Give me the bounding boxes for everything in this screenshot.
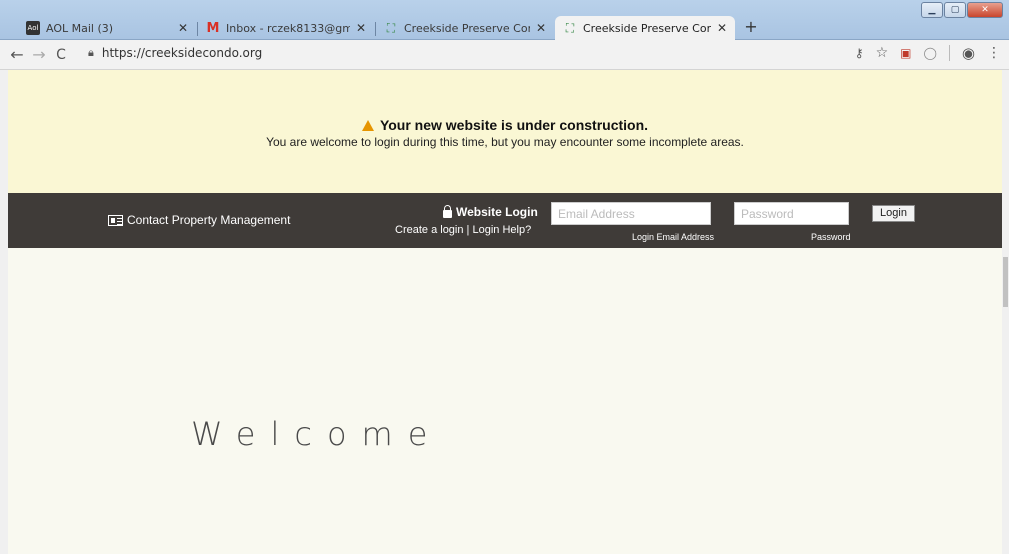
aol-icon: Aol <box>26 21 40 35</box>
close-window-button[interactable]: ✕ <box>967 2 1003 18</box>
window-controls: ▁ ▢ ✕ <box>921 2 1003 18</box>
window-left-edge <box>0 70 8 554</box>
star-icon[interactable]: ☆ <box>876 45 889 61</box>
maximize-button[interactable]: ▢ <box>944 2 966 18</box>
address-bar[interactable]: 🔒︎ https://creeksidecondo.org <box>88 46 262 60</box>
login-button[interactable]: Login <box>872 205 915 222</box>
banner-headline: Your new website is under construction. <box>8 117 1002 133</box>
toolbar-icons: ⚷ ☆ ▣ ◯ ◉ ⋮ <box>855 44 1001 62</box>
browser-toolbar: ← → C 🔒︎ https://creeksidecondo.org ⚷ ☆ … <box>0 40 1009 70</box>
gmail-icon: M <box>206 20 220 36</box>
warning-icon <box>361 120 374 131</box>
login-bar: Contact Property Management Website Logi… <box>8 193 1002 248</box>
browser-tabstrip: Aol AOL Mail (3) ✕ M Inbox - rczek8133@g… <box>0 0 1009 40</box>
close-icon[interactable]: ✕ <box>717 21 727 35</box>
new-tab-button[interactable]: + <box>742 18 760 36</box>
tab-creekside-1[interactable]: ⛶ Creekside Preserve Condominiu ✕ <box>376 16 554 40</box>
menu-icon[interactable]: ⋮ <box>987 45 1001 61</box>
tab-aol-mail[interactable]: Aol AOL Mail (3) ✕ <box>18 16 196 40</box>
profile-icon[interactable]: ◉ <box>962 44 975 62</box>
lock-icon: 🔒︎ <box>88 46 94 59</box>
tab-gmail-inbox[interactable]: M Inbox - rczek8133@gmail.com - ✕ <box>198 16 374 40</box>
tab-creekside-active[interactable]: ⛶ Creekside Preserve Condominiu ✕ <box>555 16 735 40</box>
close-icon[interactable]: ✕ <box>536 21 546 35</box>
construction-banner: Your new website is under construction. … <box>8 70 1002 193</box>
minimize-button[interactable]: ▁ <box>921 2 943 18</box>
email-field-label: Login Email Address <box>632 232 715 242</box>
tab-label: Creekside Preserve Condominiu <box>404 21 530 35</box>
create-login-link[interactable]: Create a login <box>395 224 464 236</box>
site-icon: ⛶ <box>386 20 396 35</box>
password-field-label: Password <box>811 232 851 242</box>
password-field[interactable] <box>734 202 849 225</box>
close-icon[interactable]: ✕ <box>178 21 188 35</box>
welcome-heading: Welcome <box>191 415 443 453</box>
forward-button[interactable]: → <box>28 44 50 66</box>
login-help-link[interactable]: Login Help? <box>472 224 531 236</box>
toolbar-divider <box>948 45 950 61</box>
back-button[interactable]: ← <box>6 44 28 66</box>
website-login-label: Website Login <box>456 205 538 219</box>
email-field[interactable] <box>551 202 711 225</box>
circle-icon[interactable]: ◯ <box>923 46 936 60</box>
website-login-heading: Website Login <box>443 205 538 219</box>
reload-button[interactable]: C <box>50 44 72 66</box>
banner-headline-text: Your new website is under construction. <box>379 117 649 133</box>
tab-label: Creekside Preserve Condominiu <box>583 21 711 35</box>
banner-subtext: You are welcome to login during this tim… <box>266 135 744 149</box>
padlock-icon <box>443 205 452 218</box>
page-scrollbar[interactable] <box>1002 70 1009 554</box>
url-text: https://creeksidecondo.org <box>101 46 263 60</box>
tab-label: AOL Mail (3) <box>46 21 114 35</box>
extension-icon[interactable]: ▣ <box>900 46 911 60</box>
login-links: Create a login | Login Help? <box>395 224 531 236</box>
contact-property-management-link[interactable]: Contact Property Management <box>108 213 290 227</box>
contact-label: Contact Property Management <box>127 213 291 227</box>
site-icon: ⛶ <box>565 20 575 35</box>
key-icon[interactable]: ⚷ <box>855 46 864 60</box>
page-viewport: Your new website is under construction. … <box>8 70 1002 554</box>
contact-card-icon <box>108 214 123 226</box>
close-icon[interactable]: ✕ <box>356 21 366 35</box>
scrollbar-thumb[interactable] <box>1003 257 1008 307</box>
tab-label: Inbox - rczek8133@gmail.com - <box>226 21 350 35</box>
